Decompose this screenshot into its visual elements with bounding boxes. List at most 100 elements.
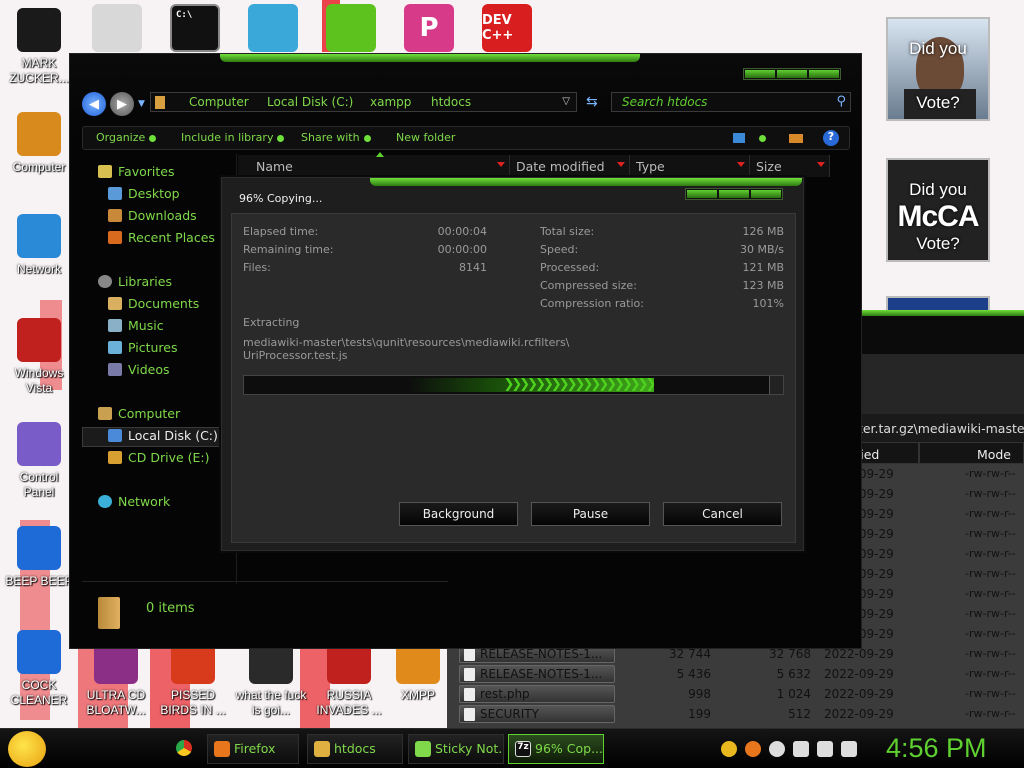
mode-cell: -rw-rw-r--	[965, 507, 1016, 520]
search-input[interactable]: Search htdocs ⚲	[611, 92, 851, 112]
item-count: 0 items	[146, 601, 195, 616]
desktop-icon-2[interactable]: Network	[3, 214, 75, 277]
view-options-icon[interactable]	[733, 133, 745, 143]
desktop-top-icon-1[interactable]: C:\	[170, 4, 220, 52]
column-name[interactable]: Name	[238, 155, 510, 177]
desktop-bottom-icon-2[interactable]: what the fuck is goi...	[235, 640, 307, 718]
maximize-button[interactable]	[777, 70, 807, 78]
maximize-button[interactable]	[719, 190, 749, 198]
gadget-logo-text: McCA	[897, 200, 979, 233]
desktop-top-icon-2[interactable]	[248, 4, 298, 52]
tray-status-icon[interactable]	[769, 741, 785, 757]
desktop-icon-0[interactable]: MARK ZUCKER...	[3, 8, 75, 86]
forward-button[interactable]: ▶	[110, 92, 134, 116]
desktop-top-icon-4[interactable]: P	[404, 4, 454, 52]
dialog-title: 96% Copying...	[239, 192, 323, 205]
search-icon[interactable]: ⚲	[836, 94, 846, 109]
nav-favorites[interactable]: Favorites	[98, 164, 174, 184]
window-controls[interactable]	[743, 68, 841, 80]
address-dropdown-icon[interactable]: ▽	[562, 96, 570, 107]
taskbar-clock[interactable]: 4:56 PM	[886, 733, 987, 764]
mode-cell: -rw-rw-r--	[965, 467, 1016, 480]
table-row[interactable]: RELEASE-NOTES-1... 5 436 5 632 2022-09-29 -r…	[447, 664, 1024, 684]
new-folder-button[interactable]: New folder	[396, 131, 455, 144]
table-row[interactable]: rest.php 998 1 024 2022-09-29 -rw-rw-r--	[447, 684, 1024, 704]
breadcrumb-computer[interactable]: Computer	[189, 95, 249, 109]
include-in-library-button[interactable]: Include in library	[181, 131, 285, 144]
nav-libraries[interactable]: Libraries	[98, 274, 172, 294]
desktop-top-icon-3[interactable]	[326, 4, 376, 52]
dialog-window-controls[interactable]	[685, 188, 783, 200]
vote-gadget-mccain[interactable]: Did you McCA Vote?	[886, 158, 990, 262]
table-row[interactable]: SECURITY 199 512 2022-09-29 -rw-rw-r--	[447, 704, 1024, 724]
nav-downloads[interactable]: Downloads	[108, 208, 197, 228]
nav-desktop[interactable]: Desktop	[108, 186, 180, 206]
start-button[interactable]	[8, 731, 46, 767]
preview-pane-icon[interactable]	[789, 134, 803, 143]
current-file-name: UriProcessor.test.js	[243, 349, 348, 362]
file-name-cell[interactable]: rest.php	[459, 685, 615, 703]
nav-local-disk[interactable]: Local Disk (C:)	[82, 427, 220, 447]
size-cell: 998	[688, 687, 711, 701]
desktop-icon-5[interactable]: BEEP BEEP	[3, 526, 75, 589]
nav-documents[interactable]: Documents	[108, 296, 199, 316]
close-button[interactable]	[809, 70, 839, 78]
tray-network-icon[interactable]	[817, 741, 833, 757]
nav-cd-drive[interactable]: CD Drive (E:)	[108, 450, 210, 470]
desktop-bottom-icon-4[interactable]: XMPP	[392, 640, 444, 703]
nav-network[interactable]: Network	[98, 494, 170, 514]
desktop-icon-1[interactable]: Computer	[3, 112, 75, 175]
view-dropdown-icon[interactable]	[759, 135, 766, 142]
desktop-bottom-icon-0[interactable]: ULTRA CD BLOATW...	[80, 640, 152, 718]
breadcrumb-htdocs[interactable]: htdocs	[431, 95, 471, 109]
vote-gadget-obama[interactable]: Did you Vote?	[886, 17, 990, 121]
desktop-top-icon-5[interactable]: DEV C++	[482, 4, 532, 52]
tray-search-icon[interactable]	[745, 741, 761, 757]
desktop-icon-6[interactable]: COCK CLEANER	[3, 630, 75, 708]
size-cell: 5 436	[676, 667, 711, 681]
nav-pictures[interactable]: Pictures	[108, 340, 178, 360]
column-mode[interactable]: Mode	[919, 442, 1024, 464]
nav-videos[interactable]: Videos	[108, 362, 170, 382]
background-button[interactable]: Background	[399, 502, 518, 526]
history-dropdown-icon[interactable]: ▼	[138, 99, 145, 109]
pause-button[interactable]: Pause	[531, 502, 650, 526]
nav-music[interactable]: Music	[108, 318, 164, 338]
desktop-bottom-icon-3[interactable]: RUSSIA INVADES ...	[313, 640, 385, 718]
minimize-button[interactable]	[745, 70, 775, 78]
chrome-icon[interactable]	[176, 740, 192, 756]
desktop-icon-3[interactable]: Windows Vista	[3, 318, 75, 396]
mode-cell: -rw-rw-r--	[965, 707, 1016, 720]
breadcrumb-local-disk[interactable]: Local Disk (C:)	[267, 95, 353, 109]
breadcrumb-xampp[interactable]: xampp	[370, 95, 411, 109]
file-name-cell[interactable]: SECURITY	[459, 705, 615, 723]
taskbar-app-icon	[314, 741, 330, 757]
close-button[interactable]	[751, 190, 781, 198]
column-size[interactable]: Size	[750, 155, 830, 177]
organize-button[interactable]: Organize	[96, 131, 157, 144]
cancel-button[interactable]: Cancel	[663, 502, 782, 526]
share-with-button[interactable]: Share with	[301, 131, 371, 144]
address-bar[interactable]: Computer Local Disk (C:) xampp htdocs ▽	[150, 92, 577, 112]
nav-recent-places[interactable]: Recent Places	[108, 230, 215, 250]
copy-progress-dialog[interactable]: 96% Copying... Elapsed time: 00:00:04 Re…	[221, 177, 804, 551]
back-button[interactable]: ◀	[82, 92, 106, 116]
taskbar-item-3[interactable]: 7z 96% Cop...	[508, 734, 604, 764]
column-date-modified[interactable]: Date modified	[510, 155, 630, 177]
tray-flag-icon[interactable]	[793, 741, 809, 757]
taskbar-item-1[interactable]: htdocs	[307, 734, 403, 764]
tray-smiley-icon[interactable]	[721, 741, 737, 757]
desktop-bottom-icon-1[interactable]: PISSED BIRDS IN ...	[157, 640, 229, 718]
downloads-icon	[108, 209, 122, 222]
taskbar-item-2[interactable]: Sticky Not...	[408, 734, 504, 764]
tray-volume-icon[interactable]	[841, 741, 857, 757]
taskbar-item-0[interactable]: Firefox	[207, 734, 299, 764]
desktop-icon-4[interactable]: Control Panel	[3, 422, 75, 500]
minimize-button[interactable]	[687, 190, 717, 198]
column-type[interactable]: Type	[630, 155, 750, 177]
file-name-cell[interactable]: RELEASE-NOTES-1...	[459, 665, 615, 683]
help-icon[interactable]: ?	[823, 130, 839, 146]
nav-computer[interactable]: Computer	[98, 406, 180, 426]
refresh-icon[interactable]: ⇆	[586, 94, 598, 110]
desktop-top-icon-0[interactable]	[92, 4, 142, 52]
